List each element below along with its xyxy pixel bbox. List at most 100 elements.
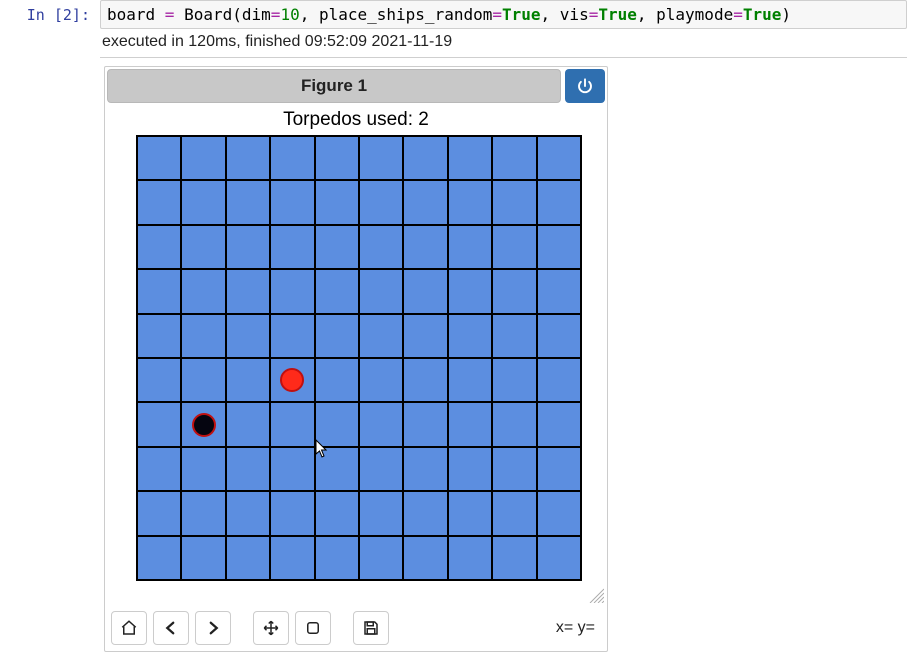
grid-cell[interactable]	[448, 136, 492, 180]
save-button[interactable]	[353, 611, 389, 645]
grid-cell[interactable]	[359, 447, 403, 491]
grid-cell[interactable]	[448, 536, 492, 580]
grid-cell[interactable]	[359, 136, 403, 180]
grid-cell[interactable]	[226, 491, 270, 535]
grid-cell[interactable]	[315, 269, 359, 313]
grid-cell[interactable]	[403, 491, 447, 535]
grid-cell[interactable]	[359, 358, 403, 402]
grid-cell[interactable]	[181, 225, 225, 269]
grid-cell[interactable]	[448, 225, 492, 269]
grid-cell[interactable]	[403, 314, 447, 358]
grid-cell[interactable]	[537, 491, 581, 535]
grid-cell[interactable]	[403, 358, 447, 402]
grid-cell[interactable]	[137, 402, 181, 446]
grid-cell[interactable]	[270, 536, 314, 580]
grid-cell[interactable]	[537, 402, 581, 446]
grid-cell[interactable]	[226, 536, 270, 580]
grid-cell[interactable]	[492, 136, 536, 180]
grid-cell[interactable]	[226, 358, 270, 402]
grid-cell[interactable]	[492, 180, 536, 224]
grid-cell[interactable]	[315, 491, 359, 535]
figure-canvas[interactable]: Torpedos used: 2	[106, 105, 606, 605]
grid-cell[interactable]	[359, 225, 403, 269]
grid-cell[interactable]	[137, 358, 181, 402]
zoom-button[interactable]	[295, 611, 331, 645]
grid-cell[interactable]	[137, 225, 181, 269]
grid-cell[interactable]	[226, 447, 270, 491]
grid-cell[interactable]	[537, 447, 581, 491]
grid-cell[interactable]	[270, 314, 314, 358]
grid-cell[interactable]	[226, 180, 270, 224]
grid-cell[interactable]	[137, 269, 181, 313]
grid-cell[interactable]	[270, 402, 314, 446]
grid-cell[interactable]	[270, 269, 314, 313]
grid-cell[interactable]	[315, 314, 359, 358]
grid-cell[interactable]	[403, 536, 447, 580]
pan-button[interactable]	[253, 611, 289, 645]
grid-cell[interactable]	[537, 314, 581, 358]
grid-cell[interactable]	[137, 136, 181, 180]
code-input[interactable]: board = Board(dim=10, place_ships_random…	[100, 0, 907, 29]
resize-grip-icon[interactable]	[586, 585, 604, 603]
grid-cell[interactable]	[181, 402, 225, 446]
grid-cell[interactable]	[315, 447, 359, 491]
grid-cell[interactable]	[315, 225, 359, 269]
grid-cell[interactable]	[448, 491, 492, 535]
grid-cell[interactable]	[315, 358, 359, 402]
grid-cell[interactable]	[226, 269, 270, 313]
grid-cell[interactable]	[181, 269, 225, 313]
grid-cell[interactable]	[492, 225, 536, 269]
grid-cell[interactable]	[226, 314, 270, 358]
back-button[interactable]	[153, 611, 189, 645]
grid-cell[interactable]	[537, 136, 581, 180]
grid-cell[interactable]	[448, 180, 492, 224]
grid-cell[interactable]	[137, 180, 181, 224]
grid-cell[interactable]	[315, 402, 359, 446]
grid-cell[interactable]	[448, 447, 492, 491]
grid-cell[interactable]	[270, 358, 314, 402]
grid-cell[interactable]	[359, 491, 403, 535]
grid-cell[interactable]	[492, 536, 536, 580]
grid-cell[interactable]	[403, 402, 447, 446]
grid-cell[interactable]	[492, 402, 536, 446]
grid-cell[interactable]	[403, 447, 447, 491]
grid-cell[interactable]	[448, 314, 492, 358]
grid-cell[interactable]	[137, 314, 181, 358]
grid-cell[interactable]	[315, 180, 359, 224]
grid-cell[interactable]	[492, 358, 536, 402]
grid-cell[interactable]	[359, 269, 403, 313]
grid-cell[interactable]	[448, 269, 492, 313]
grid-cell[interactable]	[181, 447, 225, 491]
grid-cell[interactable]	[181, 180, 225, 224]
grid-cell[interactable]	[270, 491, 314, 535]
grid-cell[interactable]	[181, 491, 225, 535]
home-button[interactable]	[111, 611, 147, 645]
grid-cell[interactable]	[448, 402, 492, 446]
grid-cell[interactable]	[226, 402, 270, 446]
grid-cell[interactable]	[537, 536, 581, 580]
grid-cell[interactable]	[226, 136, 270, 180]
grid-cell[interactable]	[315, 136, 359, 180]
grid-cell[interactable]	[492, 269, 536, 313]
grid-cell[interactable]	[137, 491, 181, 535]
grid-cell[interactable]	[492, 491, 536, 535]
stop-interaction-button[interactable]	[565, 69, 605, 103]
grid-cell[interactable]	[403, 180, 447, 224]
grid-cell[interactable]	[270, 180, 314, 224]
grid-cell[interactable]	[359, 536, 403, 580]
grid-cell[interactable]	[537, 269, 581, 313]
grid-cell[interactable]	[448, 358, 492, 402]
forward-button[interactable]	[195, 611, 231, 645]
grid-cell[interactable]	[403, 225, 447, 269]
grid-cell[interactable]	[537, 358, 581, 402]
battleship-grid[interactable]	[136, 135, 582, 581]
grid-cell[interactable]	[359, 314, 403, 358]
grid-cell[interactable]	[137, 447, 181, 491]
grid-cell[interactable]	[359, 180, 403, 224]
grid-cell[interactable]	[181, 136, 225, 180]
grid-cell[interactable]	[270, 136, 314, 180]
grid-cell[interactable]	[181, 358, 225, 402]
grid-cell[interactable]	[492, 447, 536, 491]
grid-cell[interactable]	[226, 225, 270, 269]
grid-cell[interactable]	[137, 536, 181, 580]
